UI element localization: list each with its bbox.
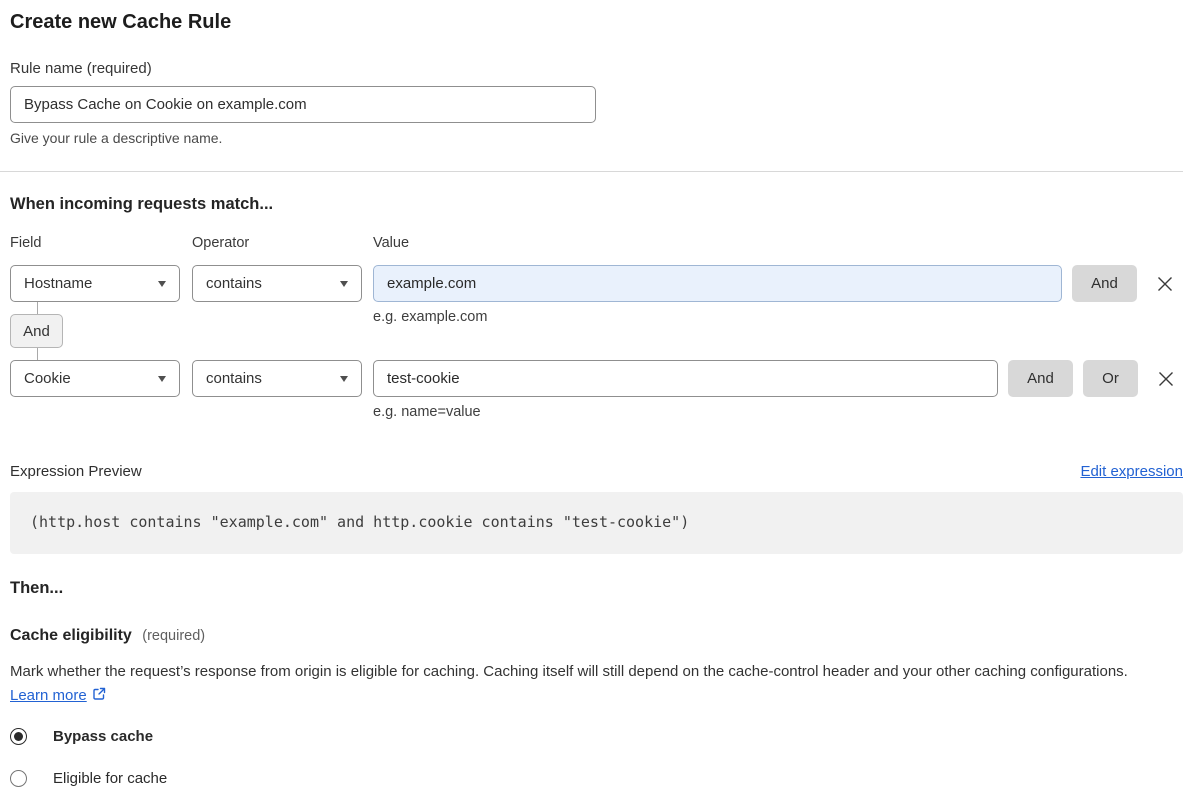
add-or-button-row2[interactable]: Or: [1083, 360, 1138, 397]
learn-more-link[interactable]: Learn more: [10, 687, 87, 704]
cache-eligibility-title: Cache eligibility: [10, 627, 132, 644]
radio-unselected-icon[interactable]: [10, 770, 27, 787]
field-select-row1-value: Hostname: [24, 275, 93, 292]
field-select-row2[interactable]: Cookie: [10, 360, 180, 397]
radio-option-bypass-cache[interactable]: Bypass cache: [10, 728, 1183, 745]
rule-name-label: Rule name (required): [10, 60, 152, 77]
chevron-down-icon: [158, 375, 166, 382]
bypass-cache-label: Bypass cache: [53, 728, 154, 745]
eligible-for-cache-label: Eligible for cache: [53, 770, 168, 787]
expression-preview-label: Expression Preview: [10, 463, 142, 480]
value-column-label: Value: [373, 235, 410, 251]
value-helper-row2: e.g. name=value: [373, 404, 481, 420]
and-connector: And: [10, 302, 63, 360]
x-icon: [1159, 371, 1173, 386]
field-column-label: Field: [10, 235, 42, 251]
operator-select-row2-value: contains: [206, 370, 262, 387]
radio-option-eligible-for-cache[interactable]: Eligible for cache: [10, 770, 1183, 787]
required-tag: (required): [142, 628, 206, 644]
expression-code-block: (http.host contains "example.com" and ht…: [10, 492, 1183, 554]
rule-name-input[interactable]: [10, 86, 596, 123]
operator-column-label: Operator: [192, 235, 250, 251]
connector-line: [37, 302, 38, 314]
x-icon: [1158, 276, 1172, 291]
value-input-row1[interactable]: [373, 265, 1062, 302]
field-select-row1[interactable]: Hostname: [10, 265, 180, 302]
value-input-row2[interactable]: [373, 360, 998, 397]
operator-select-row2[interactable]: contains: [192, 360, 362, 397]
field-select-row2-value: Cookie: [24, 370, 71, 387]
chevron-down-icon: [340, 280, 348, 287]
chevron-down-icon: [340, 375, 348, 382]
add-and-button-row2[interactable]: And: [1008, 360, 1073, 397]
remove-row1-button[interactable]: [1154, 273, 1176, 295]
match-row: Hostname contains And: [10, 265, 1183, 302]
page-title: Create new Cache Rule: [10, 11, 232, 33]
between-rows-zone: And e.g. example.com: [10, 302, 1183, 360]
cache-eligibility-heading: Cache eligibility (required): [10, 627, 1183, 645]
remove-row2-button[interactable]: [1155, 368, 1177, 390]
match-heading: When incoming requests match...: [10, 195, 274, 213]
operator-select-row1-value: contains: [206, 275, 262, 292]
cache-eligibility-description: Mark whether the request’s response from…: [10, 660, 1170, 708]
operator-select-row1[interactable]: contains: [192, 265, 362, 302]
match-row: Cookie contains And Or: [10, 360, 1183, 397]
match-column-headers: Field Operator Value: [10, 235, 1183, 251]
expression-header: Expression Preview Edit expression: [10, 463, 1183, 480]
create-cache-rule-page: Create new Cache Rule Rule name (require…: [0, 0, 1200, 787]
radio-selected-icon[interactable]: [10, 728, 27, 745]
connector-line: [37, 348, 38, 360]
section-divider: [0, 171, 1183, 172]
value-helper-row1: e.g. example.com: [373, 309, 488, 325]
add-and-button-row1[interactable]: And: [1072, 265, 1137, 302]
radio-dot: [14, 732, 23, 741]
and-connector-button[interactable]: And: [10, 314, 63, 348]
rule-name-helper: Give your rule a descriptive name.: [10, 130, 223, 146]
then-heading: Then...: [10, 579, 64, 597]
edit-expression-link[interactable]: Edit expression: [1080, 463, 1183, 480]
chevron-down-icon: [158, 280, 166, 287]
description-text: Mark whether the request’s response from…: [10, 663, 1128, 680]
external-link-icon: [93, 687, 105, 700]
